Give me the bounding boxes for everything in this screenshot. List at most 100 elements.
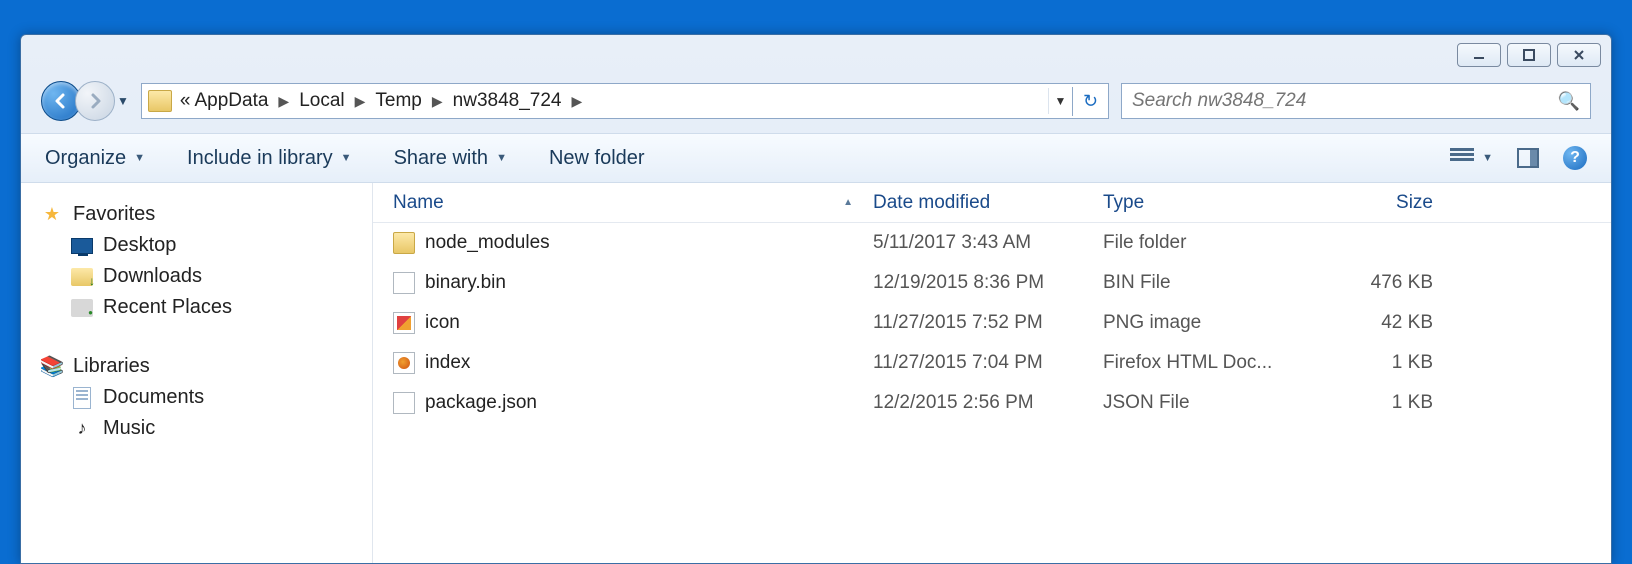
file-type: JSON File: [1103, 392, 1333, 414]
forward-button[interactable]: [75, 81, 115, 121]
file-row[interactable]: icon11/27/2015 7:52 PMPNG image42 KB: [373, 303, 1611, 343]
file-size: 1 KB: [1333, 392, 1453, 414]
crumb-prefix: «: [180, 90, 191, 112]
file-name: index: [425, 352, 470, 374]
file-name: package.json: [425, 392, 537, 414]
refresh-button[interactable]: ↻: [1072, 87, 1108, 116]
file-size: 476 KB: [1333, 272, 1453, 294]
search-box[interactable]: 🔍: [1121, 83, 1591, 119]
recent-icon: [71, 298, 93, 318]
close-button[interactable]: [1557, 43, 1601, 67]
organize-menu[interactable]: Organize ▼: [45, 147, 145, 170]
include-label: Include in library: [187, 147, 333, 170]
explorer-window: ▼ « AppData ▶ Local ▶ Temp ▶ nw3848_724 …: [20, 34, 1612, 564]
sidebar-libraries[interactable]: 📚 Libraries: [31, 351, 362, 382]
file-date: 11/27/2015 7:52 PM: [873, 312, 1103, 334]
nav-row: ▼ « AppData ▶ Local ▶ Temp ▶ nw3848_724 …: [21, 75, 1611, 133]
column-name[interactable]: Name▲: [373, 192, 873, 214]
preview-pane-button[interactable]: [1517, 148, 1539, 168]
sidebar-item-desktop[interactable]: Desktop: [31, 230, 362, 261]
sidebar: ★ Favorites Desktop Downloads Recent Plac…: [21, 183, 373, 563]
search-icon[interactable]: 🔍: [1558, 91, 1580, 112]
sort-asc-icon: ▲: [843, 197, 853, 208]
file-name: icon: [425, 312, 460, 334]
file-pane: Name▲ Date modified Type Size node_modul…: [373, 183, 1611, 563]
folder-icon: [148, 90, 172, 112]
sidebar-item-downloads[interactable]: Downloads: [31, 261, 362, 292]
sidebar-item-recent[interactable]: Recent Places: [31, 292, 362, 323]
sidebar-item-label: Music: [103, 417, 155, 440]
downloads-icon: [71, 267, 93, 287]
chevron-right-icon[interactable]: ▶: [565, 93, 588, 110]
sidebar-item-label: Documents: [103, 386, 204, 409]
file-name: binary.bin: [425, 272, 506, 294]
file-size: 1 KB: [1333, 352, 1453, 374]
documents-icon: [71, 388, 93, 408]
file-icon: [393, 352, 415, 374]
minimize-button[interactable]: [1457, 43, 1501, 67]
chevron-right-icon[interactable]: ▶: [349, 93, 372, 110]
file-row[interactable]: binary.bin 12/19/2015 8:36 PMBIN File476 …: [373, 263, 1611, 303]
chevron-down-icon: ▼: [134, 152, 145, 164]
toolbar: Organize ▼ Include in library ▼ Share with…: [21, 133, 1611, 183]
file-list: node_modules 5/11/2017 3:43 AMFile folder…: [373, 223, 1611, 423]
new-folder-button[interactable]: New folder: [549, 147, 645, 170]
nav-buttons: ▼: [41, 81, 129, 121]
crumb-local[interactable]: Local: [299, 90, 344, 112]
maximize-button[interactable]: [1507, 43, 1551, 67]
share-menu[interactable]: Share with ▼: [394, 147, 507, 170]
help-button[interactable]: ?: [1563, 146, 1587, 170]
address-dropdown[interactable]: ▼: [1048, 88, 1072, 114]
column-size[interactable]: Size: [1333, 192, 1453, 214]
address-bar[interactable]: « AppData ▶ Local ▶ Temp ▶ nw3848_724 ▶ …: [141, 83, 1109, 119]
crumb-current[interactable]: nw3848_724: [453, 90, 562, 112]
view-icon: [1450, 148, 1474, 168]
file-row[interactable]: node_modules 5/11/2017 3:43 AMFile folder: [373, 223, 1611, 263]
sidebar-favorites[interactable]: ★ Favorites: [31, 199, 362, 230]
crumb-temp[interactable]: Temp: [375, 90, 421, 112]
organize-label: Organize: [45, 147, 126, 170]
chevron-right-icon[interactable]: ▶: [272, 93, 295, 110]
file-size: 42 KB: [1333, 312, 1453, 334]
file-icon: [393, 392, 415, 414]
nav-history-dropdown[interactable]: ▼: [117, 94, 129, 108]
file-name: node_modules: [425, 232, 550, 254]
include-library-menu[interactable]: Include in library ▼: [187, 147, 352, 170]
sidebar-item-label: Downloads: [103, 265, 202, 288]
favorites-label: Favorites: [73, 203, 155, 226]
column-type[interactable]: Type: [1103, 192, 1333, 214]
desktop-icon: [71, 236, 93, 256]
libraries-label: Libraries: [73, 355, 150, 378]
search-input[interactable]: [1132, 90, 1558, 112]
file-date: 12/2/2015 2:56 PM: [873, 392, 1103, 414]
share-label: Share with: [394, 147, 489, 170]
chevron-down-icon: ▼: [496, 152, 507, 164]
column-date[interactable]: Date modified: [873, 192, 1103, 214]
star-icon: ★: [41, 205, 63, 225]
file-icon: [393, 312, 415, 334]
crumb-appdata[interactable]: AppData: [194, 90, 268, 112]
sidebar-item-music[interactable]: ♪ Music: [31, 413, 362, 444]
file-type: BIN File: [1103, 272, 1333, 294]
view-menu[interactable]: ▼: [1450, 148, 1493, 168]
newfolder-label: New folder: [549, 147, 645, 170]
file-row[interactable]: index11/27/2015 7:04 PMFirefox HTML Doc.…: [373, 343, 1611, 383]
music-icon: ♪: [71, 419, 93, 439]
titlebar: [21, 35, 1611, 75]
sidebar-item-label: Recent Places: [103, 296, 232, 319]
file-icon: [393, 272, 415, 294]
libraries-icon: 📚: [41, 357, 63, 377]
sidebar-item-label: Desktop: [103, 234, 176, 257]
content-body: ★ Favorites Desktop Downloads Recent Plac…: [21, 183, 1611, 563]
sidebar-item-documents[interactable]: Documents: [31, 382, 362, 413]
file-icon: [393, 232, 415, 254]
chevron-down-icon: ▼: [341, 152, 352, 164]
file-date: 12/19/2015 8:36 PM: [873, 272, 1103, 294]
chevron-right-icon[interactable]: ▶: [426, 93, 449, 110]
file-type: File folder: [1103, 232, 1333, 254]
file-date: 5/11/2017 3:43 AM: [873, 232, 1103, 254]
chevron-down-icon: ▼: [1482, 152, 1493, 164]
file-row[interactable]: package.json 12/2/2015 2:56 PMJSON File1 …: [373, 383, 1611, 423]
file-date: 11/27/2015 7:04 PM: [873, 352, 1103, 374]
breadcrumb[interactable]: « AppData ▶ Local ▶ Temp ▶ nw3848_724 ▶: [142, 90, 1048, 112]
